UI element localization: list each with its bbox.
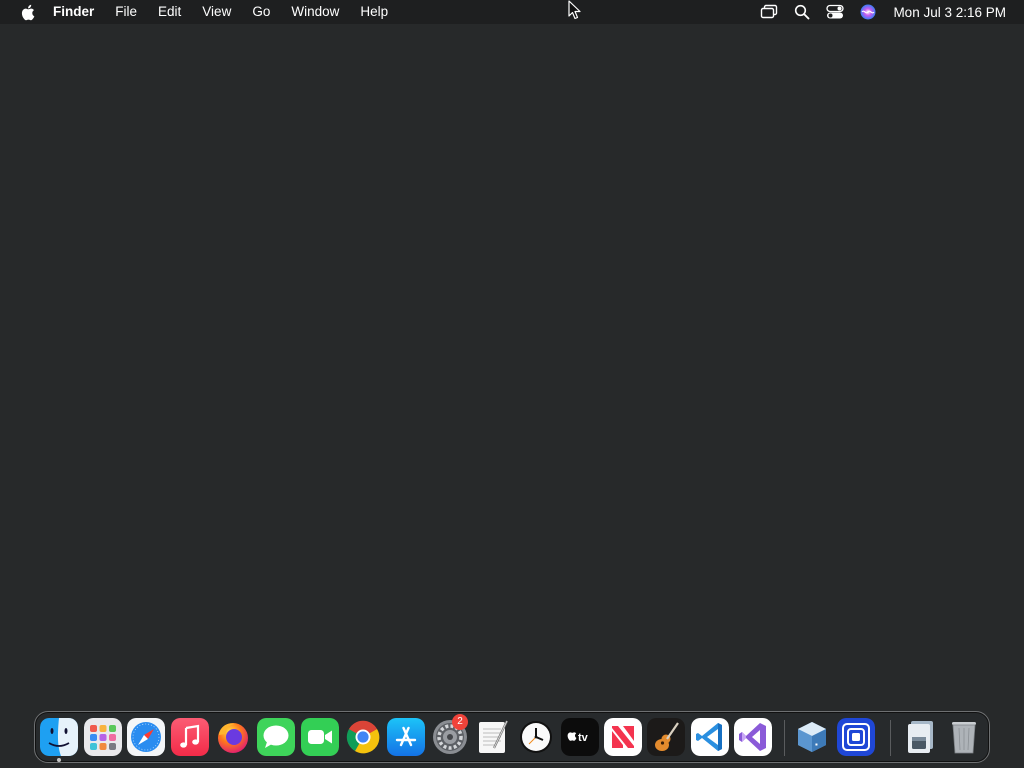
apple-tv-icon[interactable]: tv <box>561 718 599 756</box>
clock-icon[interactable] <box>517 718 555 756</box>
downloads-stack-icon[interactable] <box>901 718 939 756</box>
menu-window[interactable]: Window <box>291 0 339 24</box>
siri-icon[interactable] <box>858 2 878 22</box>
menu-bar: Finder File Edit View Go Window Help Mon… <box>0 0 1024 24</box>
svg-text:▪: ▪ <box>815 740 818 749</box>
messages-icon[interactable] <box>257 718 295 756</box>
safari-icon[interactable] <box>127 718 165 756</box>
menu-bar-left: Finder File Edit View Go Window Help <box>0 0 409 24</box>
finder-icon[interactable] <box>40 718 78 756</box>
menu-bar-clock[interactable]: Mon Jul 3 2:16 PM <box>893 5 1006 20</box>
apple-tv-label: tv <box>578 732 589 744</box>
menu-go[interactable]: Go <box>252 0 270 24</box>
visual-studio-icon[interactable] <box>734 718 772 756</box>
facetime-icon[interactable] <box>301 718 339 756</box>
menu-help[interactable]: Help <box>360 0 388 24</box>
menu-bar-right: Mon Jul 3 2:16 PM <box>759 0 1024 24</box>
textedit-icon[interactable] <box>474 718 512 756</box>
garageband-icon[interactable] <box>647 718 685 756</box>
screen-mirroring-icon[interactable] <box>759 2 779 22</box>
launchpad-icon[interactable] <box>84 718 122 756</box>
desktop[interactable]: Finder File Edit View Go Window Help Mon… <box>0 0 1024 768</box>
menu-view[interactable]: View <box>202 0 231 24</box>
finder-running-indicator <box>57 758 61 762</box>
system-settings-badge: 2 <box>452 714 468 730</box>
vscode-icon[interactable] <box>691 718 729 756</box>
menu-file[interactable]: File <box>115 0 137 24</box>
app-store-icon[interactable] <box>387 718 425 756</box>
chrome-icon[interactable] <box>344 718 382 756</box>
frame-app-icon[interactable] <box>837 718 875 756</box>
apple-menu-icon[interactable] <box>19 3 35 21</box>
trash-icon[interactable] <box>945 718 983 756</box>
dock-separator <box>890 720 891 756</box>
firefox-icon[interactable] <box>214 718 252 756</box>
music-icon[interactable] <box>171 718 209 756</box>
menu-edit[interactable]: Edit <box>158 0 181 24</box>
dock: tv ▪ <box>34 711 990 763</box>
control-center-icon[interactable] <box>825 2 845 22</box>
dock-separator <box>784 720 785 756</box>
spotlight-search-icon[interactable] <box>792 2 812 22</box>
menu-app-finder[interactable]: Finder <box>53 0 94 24</box>
news-icon[interactable] <box>604 718 642 756</box>
virtualbox-icon[interactable]: ▪ <box>793 718 831 756</box>
mouse-cursor-icon <box>568 0 581 20</box>
